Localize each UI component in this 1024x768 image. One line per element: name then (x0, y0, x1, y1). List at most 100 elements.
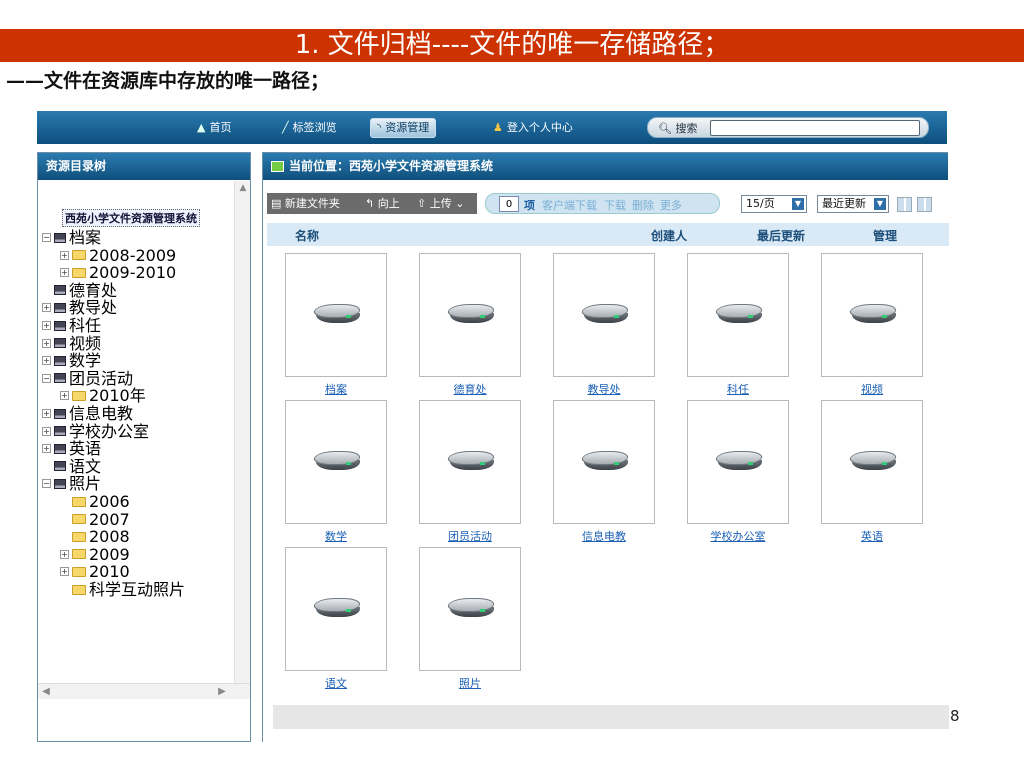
tree-node[interactable]: +2010 (60, 563, 130, 580)
folder-link[interactable]: 档案 (285, 381, 387, 397)
delete-button[interactable]: 删除 (632, 197, 654, 213)
expand-icon[interactable]: + (42, 338, 51, 348)
tree-node[interactable]: + 科任 (42, 317, 101, 334)
folder-thumbnail[interactable] (821, 400, 923, 524)
folder-item[interactable]: 数学 (285, 400, 387, 544)
folder-link[interactable]: 语文 (285, 675, 387, 691)
tree-node[interactable]: 语文 (42, 458, 101, 475)
tree-node[interactable]: +2009 (60, 546, 130, 563)
expand-icon[interactable]: + (42, 321, 51, 330)
scroll-left-icon[interactable]: ◀ (40, 686, 52, 698)
nav-personal-center[interactable]: ♟ 登入个人中心 (493, 118, 573, 138)
col-manage[interactable]: 管理 (873, 227, 897, 244)
nav-home[interactable]: ▲ 首页 (197, 118, 231, 138)
collapse-icon[interactable]: − (42, 233, 51, 242)
folder-link[interactable]: 视频 (821, 381, 923, 397)
folder-link[interactable]: 信息电教 (553, 528, 655, 544)
folder-link[interactable]: 数学 (285, 528, 387, 544)
folder-thumbnail[interactable] (419, 253, 521, 377)
search-input[interactable] (710, 120, 920, 136)
folder-item[interactable]: 档案 (285, 253, 387, 397)
folder-link[interactable]: 团员活动 (419, 528, 521, 544)
collapse-icon[interactable]: − (42, 373, 51, 383)
nav-tag-browse[interactable]: ╱ 标签浏览 (282, 118, 337, 138)
tree-node[interactable]: 德育处 (42, 282, 117, 299)
tree-node[interactable]: 科学互动照片 (60, 581, 185, 598)
tree-node[interactable]: − 照片 (42, 475, 101, 492)
tree-node[interactable]: + 视频 (42, 335, 101, 352)
folder-thumbnail[interactable] (285, 547, 387, 671)
col-updated[interactable]: 最后更新 (757, 227, 805, 244)
folder-thumbnail[interactable] (419, 400, 521, 524)
expand-icon[interactable]: + (60, 250, 69, 260)
more-button[interactable]: 更多 (660, 197, 682, 213)
nav-resource-manage[interactable]: ◝ 资源管理 (370, 118, 437, 138)
folder-item[interactable]: 科任 (687, 253, 789, 397)
upload-button[interactable]: ⇧ 上传 ⌄ (413, 193, 477, 214)
tree-node[interactable]: + 信息电教 (42, 405, 133, 422)
folder-thumbnail[interactable] (285, 253, 387, 377)
folder-item[interactable]: 照片 (419, 547, 521, 691)
search-label[interactable]: 🔍︎ 搜索 (658, 120, 697, 136)
tree-node[interactable]: + 教导处 (42, 299, 117, 316)
folder-item[interactable]: 团员活动 (419, 400, 521, 544)
folder-thumbnail[interactable] (553, 253, 655, 377)
folder-item[interactable]: 学校办公室 (687, 400, 789, 544)
client-download-button[interactable]: 客户端下载 (542, 197, 597, 213)
tree-node[interactable]: 2008 (60, 528, 130, 545)
folder-thumbnail[interactable] (687, 253, 789, 377)
expand-icon[interactable]: + (60, 391, 69, 401)
collapse-icon[interactable]: − (42, 479, 51, 489)
grid-view-icon[interactable] (897, 197, 912, 212)
folder-link[interactable]: 德育处 (419, 381, 521, 397)
tree-node[interactable]: 2007 (60, 511, 130, 528)
folder-link[interactable]: 学校办公室 (687, 528, 789, 544)
scroll-right-icon[interactable]: ▶ (216, 686, 228, 698)
scroll-up-icon[interactable]: ▲ (237, 183, 249, 195)
folder-link[interactable]: 英语 (821, 528, 923, 544)
folder-thumbnail[interactable] (419, 547, 521, 671)
new-folder-button[interactable]: ▤ 新建文件夹 (267, 193, 361, 214)
expand-icon[interactable]: + (60, 268, 69, 278)
folder-link[interactable]: 照片 (419, 675, 521, 691)
col-name[interactable]: 名称 (295, 227, 319, 244)
expand-icon[interactable]: + (42, 444, 51, 454)
folder-item[interactable]: 英语 (821, 400, 923, 544)
expand-icon[interactable]: + (60, 549, 69, 559)
tree-node[interactable]: +2008-2009 (60, 247, 176, 264)
expand-icon[interactable]: + (42, 426, 51, 436)
folder-link[interactable]: 教导处 (553, 381, 655, 397)
tree-horizontal-scrollbar[interactable]: ◀ ▶ (38, 683, 250, 699)
list-view-icon[interactable] (917, 197, 932, 212)
tree-node[interactable]: +2010年 (60, 387, 146, 404)
folder-item[interactable]: 语文 (285, 547, 387, 691)
up-button[interactable]: ↰ 向上 (361, 193, 413, 214)
folder-item[interactable]: 视频 (821, 253, 923, 397)
expand-icon[interactable]: + (42, 303, 51, 313)
folder-item[interactable]: 信息电教 (553, 400, 655, 544)
col-creator[interactable]: 创建人 (651, 227, 687, 244)
tree-node[interactable]: − 团员活动 (42, 370, 133, 387)
tree-vertical-scrollbar[interactable]: ▲ ▼ (234, 181, 250, 699)
tree-node[interactable]: + 学校办公室 (42, 423, 149, 440)
tree-node[interactable]: + 数学 (42, 352, 101, 369)
expand-icon[interactable]: + (60, 567, 69, 577)
expand-icon[interactable]: + (42, 409, 51, 418)
folder-thumbnail[interactable] (821, 253, 923, 377)
tree-node[interactable]: +2009-2010 (60, 264, 176, 281)
tree-node[interactable]: + 英语 (42, 440, 101, 457)
folder-thumbnail[interactable] (285, 400, 387, 524)
download-button[interactable]: 下载 (604, 197, 626, 213)
chevron-down-icon: ⌄ (455, 197, 465, 210)
folder-item[interactable]: 教导处 (553, 253, 655, 397)
folder-thumbnail[interactable] (687, 400, 789, 524)
tree-node[interactable]: − 档案 (42, 229, 101, 246)
sort-select[interactable]: 最近更新 ▼ (817, 195, 889, 213)
tree-root[interactable]: 西苑小学文件资源管理系统 (62, 209, 200, 227)
expand-icon[interactable]: + (42, 356, 51, 366)
folder-link[interactable]: 科任 (687, 381, 789, 397)
per-page-select[interactable]: 15/页 ▼ (741, 195, 807, 213)
folder-thumbnail[interactable] (553, 400, 655, 524)
folder-item[interactable]: 德育处 (419, 253, 521, 397)
tree-node[interactable]: 2006 (60, 493, 130, 510)
